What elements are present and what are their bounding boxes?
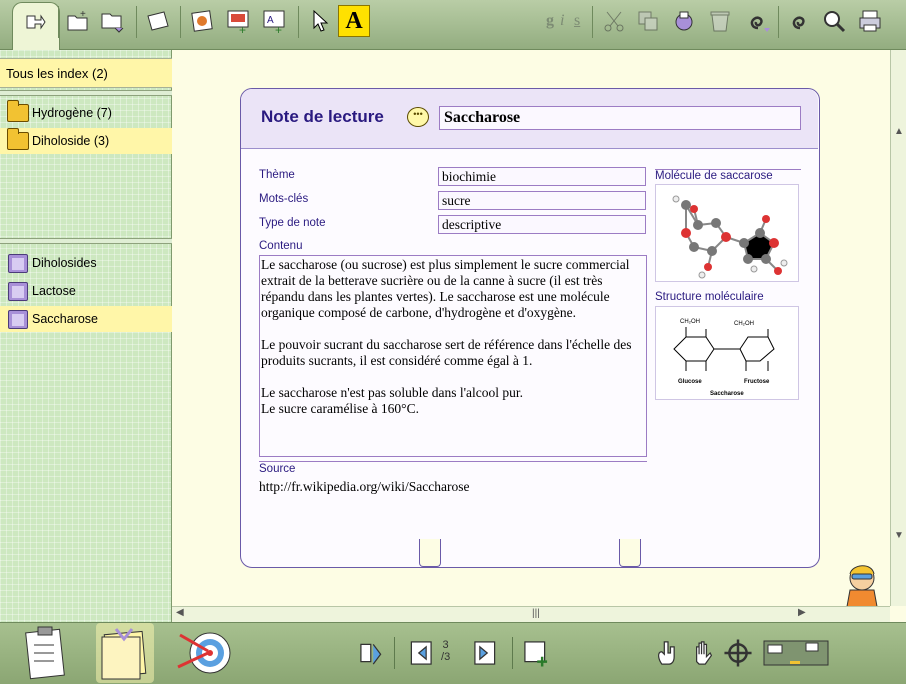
content-label: Contenu [259, 240, 303, 252]
notes-stack-icon[interactable] [96, 623, 154, 683]
note-icon [8, 282, 28, 301]
add-note-icon[interactable] [520, 637, 552, 669]
bottom-toolbar: 3/3 [0, 622, 906, 684]
text-tool-button[interactable]: A [338, 5, 370, 37]
link-menu-icon[interactable] [742, 5, 774, 37]
structure-text: CH₂OH [734, 321, 754, 327]
note-item-saccharose[interactable]: Saccharose [0, 306, 172, 332]
print-icon[interactable] [854, 5, 886, 37]
note-item-label: Diholosides [32, 256, 97, 270]
folder-icon [7, 100, 29, 122]
index-item-hydrogene[interactable]: Hydrogène (7) [0, 100, 172, 126]
note-icon [8, 254, 28, 273]
svg-text:+: + [275, 23, 282, 34]
source-label: Source [259, 463, 296, 475]
clipboard-checklist-icon[interactable] [20, 625, 72, 681]
new-text-note-icon[interactable]: A + [258, 5, 290, 37]
structure-text: CH₂OH [680, 319, 700, 325]
paste-icon[interactable] [668, 5, 700, 37]
note-title-field[interactable]: Saccharose [439, 106, 801, 130]
previous-note-icon[interactable] [404, 637, 436, 669]
sidebar-divider[interactable] [0, 238, 172, 244]
note-card-header: Note de lecture ••• Saccharose [241, 89, 818, 149]
arrow-pointer-icon[interactable] [304, 5, 336, 37]
structure-text: Saccharose [710, 391, 744, 397]
page-current: 3 [442, 639, 449, 651]
molecule-3d-image[interactable] [655, 184, 799, 282]
scroll-left-arrow-icon[interactable]: ◀ [176, 607, 184, 618]
bold-button[interactable]: g [546, 12, 554, 30]
note-item-lactose[interactable]: Lactose [0, 278, 172, 304]
page-indicator: 3/3 [441, 639, 451, 663]
card-tab [419, 539, 441, 567]
trash-icon[interactable] [704, 5, 736, 37]
new-index-icon[interactable]: + [62, 5, 94, 37]
structure-text: Glucose [678, 379, 702, 385]
horizontal-scrollbar[interactable]: ◀ ||| ▶ [172, 606, 890, 622]
copy-icon[interactable] [632, 5, 664, 37]
index-item-label: Hydrogène (7) [32, 106, 112, 120]
note-item-label: Saccharose [32, 312, 99, 326]
content-textarea[interactable]: Le saccharose (ou sucrose) est plus simp… [259, 255, 647, 457]
sort-index-icon[interactable] [96, 5, 128, 37]
scroll-right-arrow-icon[interactable]: ▶ [798, 607, 806, 618]
note-card: Note de lecture ••• Saccharose Thème bio… [240, 88, 820, 568]
underline-button[interactable]: s [574, 12, 580, 30]
molecular-structure-image[interactable]: CH₂OH CH₂OH Glucose Fructose Saccharose [655, 306, 799, 400]
note-item-diholosides[interactable]: Diholosides [0, 250, 172, 276]
structure-text: Fructose [744, 379, 770, 385]
scroll-up-arrow-icon[interactable]: ▲ [894, 126, 904, 137]
keywords-field[interactable]: sucre [438, 191, 646, 210]
theme-field[interactable]: biochimie [438, 167, 646, 186]
index-view-icon[interactable] [20, 5, 52, 37]
image-note-icon[interactable] [186, 5, 218, 37]
note-heading: Note de lecture [261, 107, 384, 126]
svg-text:+: + [80, 9, 86, 20]
index-item-label: Diholoside (3) [32, 134, 110, 148]
italic-button[interactable]: i [560, 12, 564, 30]
index-nav-icon[interactable] [356, 637, 388, 669]
index-sidebar: Tous les index (2) Hydrogène (7) Diholos… [0, 50, 172, 622]
pointing-hand-icon[interactable] [652, 637, 684, 669]
target-darts-icon[interactable] [174, 623, 234, 683]
card-tab [619, 539, 641, 567]
scroll-down-arrow-icon[interactable]: ▼ [894, 530, 904, 541]
crosshair-icon[interactable] [722, 637, 754, 669]
next-note-icon[interactable] [470, 637, 502, 669]
vertical-scrollbar[interactable]: ▲ ▼ [890, 50, 906, 606]
note-icon [8, 310, 28, 329]
image2-label: Structure moléculaire [655, 291, 764, 303]
sidebar-divider [0, 90, 172, 96]
page-total: 3 [444, 651, 451, 663]
new-picture-note-icon[interactable]: + [222, 5, 254, 37]
overview-map-icon[interactable] [762, 637, 830, 669]
scroll-thumb-grip[interactable]: ||| [532, 608, 540, 619]
image1-label: Molécule de saccarose [655, 169, 801, 182]
theme-label: Thème [259, 169, 295, 181]
source-field[interactable]: http://fr.wikipedia.org/wiki/Saccharose [259, 479, 469, 495]
svg-text:+: + [239, 23, 246, 34]
note-type-label: Type de note [259, 217, 326, 229]
keywords-label: Mots-clés [259, 193, 309, 205]
note-area: Note de lecture ••• Saccharose Thème bio… [172, 50, 890, 629]
cut-icon[interactable] [598, 5, 630, 37]
note-item-label: Lactose [32, 284, 76, 298]
all-indexes-header[interactable]: Tous les index (2) [0, 58, 172, 88]
link-icon[interactable] [784, 5, 816, 37]
divider [259, 461, 647, 462]
folder-icon [7, 128, 29, 150]
hand-tool-icon[interactable] [688, 637, 720, 669]
main-toolbar: + + A + A g i s [0, 0, 906, 50]
svg-text:A: A [267, 15, 274, 26]
note-type-field[interactable]: descriptive [438, 215, 646, 234]
comment-bubble-icon[interactable]: ••• [407, 107, 429, 127]
blank-note-icon[interactable] [142, 5, 174, 37]
index-item-diholoside[interactable]: Diholoside (3) [0, 128, 172, 154]
search-icon[interactable] [818, 5, 850, 37]
